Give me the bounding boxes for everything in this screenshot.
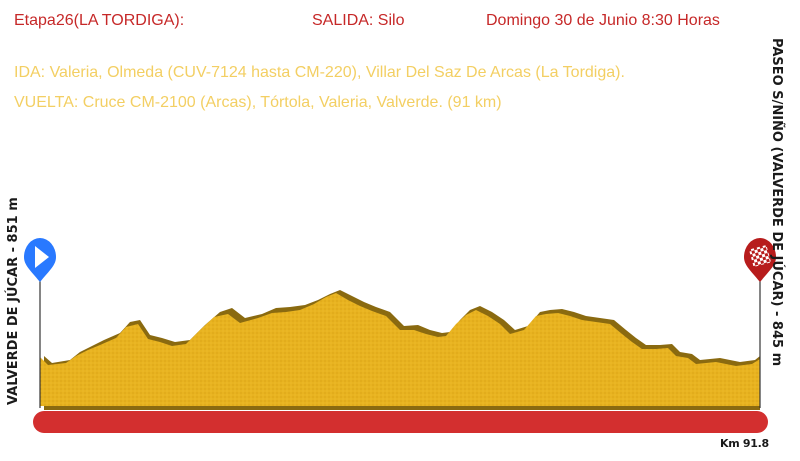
- elevation-profile: [24, 238, 776, 433]
- start-marker: [24, 238, 56, 282]
- terrain-profile: [40, 293, 760, 406]
- total-distance-label: Km 91.8: [720, 437, 769, 450]
- finish-location-label: PASEO S/NIÑO (VALVERDE DE JÚCAR) - 845 m: [769, 38, 784, 367]
- start-location-label: VALVERDE DE JÚCAR - 851 m: [6, 197, 21, 405]
- distance-bar: [33, 411, 768, 433]
